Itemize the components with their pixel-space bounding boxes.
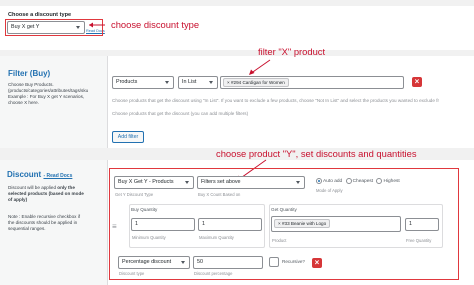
based-on-select[interactable]: Filters set above [197, 176, 305, 189]
recursive-checkbox[interactable] [269, 257, 279, 267]
annotation-discount-type: choose discount type [111, 19, 200, 30]
filter-help-text: Choose products that get the discount us… [112, 98, 439, 103]
discount-section-title: Discount - Read Docs [7, 170, 73, 179]
percentage-select-caption: Discount type [119, 271, 145, 276]
get-quantity-label: Get Quantity [271, 207, 297, 212]
product-caption: Product [272, 238, 287, 243]
filter-method-select[interactable]: In List [178, 76, 218, 89]
max-quantity-caption: Maximum Quantity [199, 235, 234, 240]
free-quantity-caption: Free Quantity [406, 238, 432, 243]
percentage-value-input[interactable]: 50 [193, 256, 263, 269]
annotation-arrow-icon [89, 22, 105, 28]
buy-quantity-label: Buy Quantity [131, 207, 158, 212]
filter-help-text-2: Choose products that get the discount (y… [112, 111, 249, 116]
discount-type-select-2[interactable]: Buy X Get Y - Products [114, 176, 194, 189]
mode-cheapest-radio[interactable]: Cheapest [345, 178, 373, 184]
filter-type-select[interactable]: Products [112, 76, 174, 89]
remove-discount-icon[interactable]: × [312, 258, 322, 268]
mode-highest-radio[interactable]: Highest [376, 178, 400, 184]
mode-auto-add-radio[interactable]: Auto add [316, 178, 342, 184]
discount-type-label: Choose a discount type [8, 12, 72, 18]
recursive-label: Recursive? [282, 259, 305, 264]
drag-handle-icon[interactable]: ≡ [112, 222, 117, 231]
mode-of-apply-caption: Mode of Apply [316, 188, 343, 193]
mode-of-apply-radios: Auto add Cheapest Highest [316, 178, 400, 184]
discount-read-docs-link[interactable]: - Read Docs [43, 173, 72, 179]
based-on-caption: Buy X Count Based on [198, 192, 241, 197]
free-quantity-input[interactable]: 1 [405, 218, 439, 231]
discount-section-note: Note : Enable recursive checkbox if the … [8, 214, 81, 231]
annotation-arrow-icon [249, 59, 271, 75]
min-quantity-input[interactable]: 1 [131, 218, 195, 231]
min-quantity-caption: Minimum Quantity [132, 235, 166, 240]
max-quantity-input[interactable]: 1 [198, 218, 262, 231]
filter-section-description: Choose Buy Products. (products/categorie… [8, 82, 89, 105]
selected-product-tag[interactable]: × #294 Cardigan for Women [223, 78, 289, 87]
filter-section-title: Filter (Buy) [8, 69, 51, 78]
remove-filter-icon[interactable]: × [412, 77, 422, 87]
discount-type-caption: Get Y Discount Type [115, 192, 154, 197]
add-filter-button[interactable]: Add filter [112, 131, 144, 143]
percentage-value-caption: Discount percentage [194, 271, 233, 276]
get-product-label: #33 Beanie with Logo [281, 221, 327, 226]
percentage-discount-select[interactable]: Percentage discount [118, 256, 190, 269]
discount-section-description: Discount will be applied only the select… [8, 185, 84, 202]
selected-product-label: #294 Cardigan for Women [230, 80, 285, 85]
get-product-tag[interactable]: × #33 Beanie with Logo [274, 219, 331, 228]
annotation-filter-x: filter "X" product [258, 46, 326, 57]
